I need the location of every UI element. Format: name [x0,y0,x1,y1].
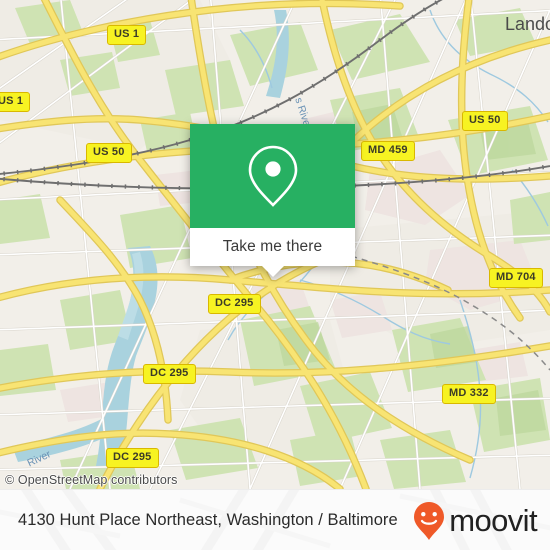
map-pin-icon [248,145,297,207]
popup-pointer [261,266,284,277]
moovit-brand[interactable]: moovit [413,501,538,541]
osm-attribution[interactable]: © OpenStreetMap contributors [5,473,178,487]
popup-image-panel [190,124,355,228]
page-title: 4130 Hunt Place Northeast, Washington / … [18,511,398,529]
road-shield: US 50 [462,111,508,131]
road-shield: US 1 [107,25,147,45]
road-shield: MD 704 [489,268,543,288]
place-label: Lando [505,14,550,34]
brand-wordmark: moovit [449,503,537,538]
road-shield: US 1 [0,92,31,112]
take-me-there-button[interactable]: Take me there [223,238,323,256]
moovit-smiley-pin-icon [414,501,445,540]
road-shield: US 50 [86,143,132,163]
road-shield: MD 459 [361,141,415,161]
popup-action-bar[interactable]: Take me there [190,228,355,277]
road-shield: DC 295 [106,448,159,468]
road-shield: DC 295 [208,294,261,314]
moovit-map-screenshot: US 1 US 1 US 50 US 50 MD 459 MD 704 MD 332 DC 2… [0,0,550,550]
location-popup[interactable]: Take me there [190,124,355,277]
map-canvas[interactable]: US 1 US 1 US 50 US 50 MD 459 MD 704 MD 332 DC 2… [0,0,550,489]
footer-bar: 4130 Hunt Place Northeast, Washington / … [0,489,550,550]
road-shield: DC 295 [143,364,196,384]
road-shield: MD 332 [442,384,496,404]
